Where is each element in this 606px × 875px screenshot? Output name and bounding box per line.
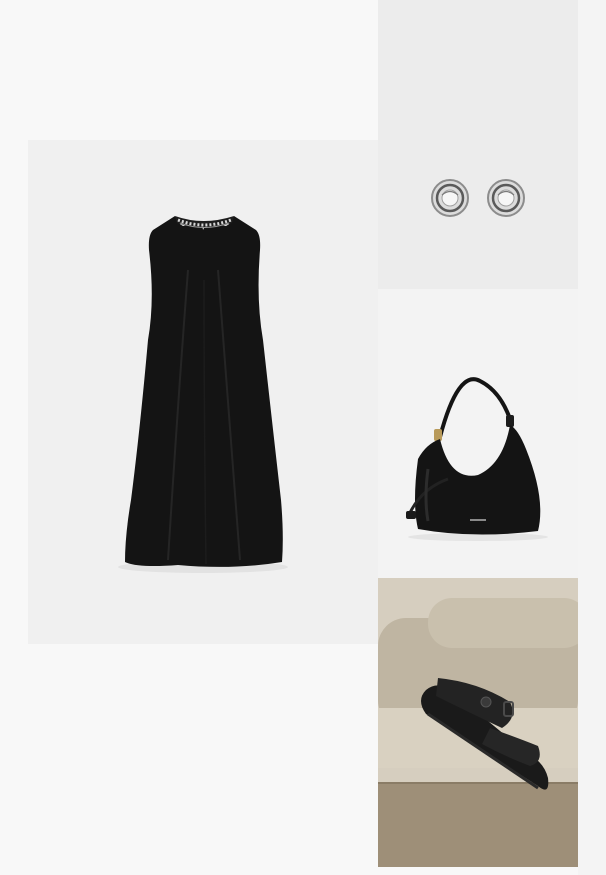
- sandals-image: [378, 578, 578, 867]
- product-tile-dress[interactable]: [28, 140, 378, 644]
- product-tile-sandals[interactable]: [378, 578, 578, 867]
- product-tile-bag[interactable]: [378, 289, 578, 578]
- earrings-image: [378, 0, 578, 289]
- bag-image: [378, 289, 578, 578]
- dress-image: [28, 140, 378, 644]
- product-tile-earrings[interactable]: [378, 0, 578, 289]
- page-gutter: [578, 0, 606, 875]
